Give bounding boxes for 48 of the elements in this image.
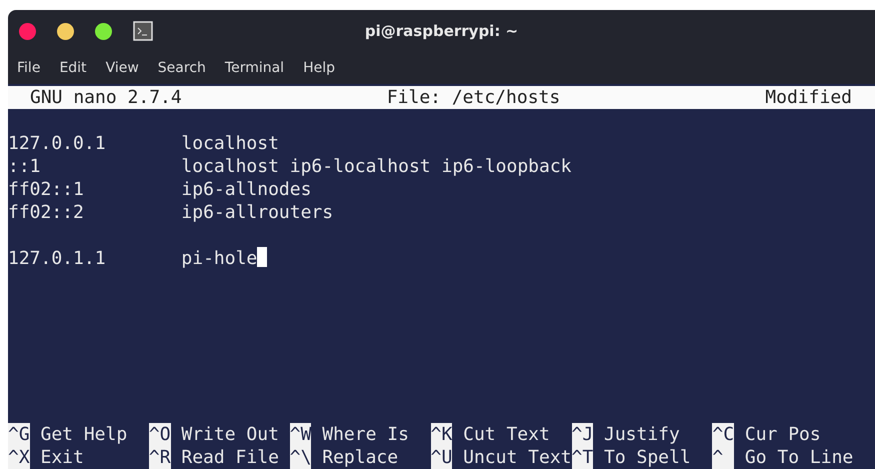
shortcut-key: ^\ bbox=[290, 446, 312, 469]
shortcut-label: Get Help bbox=[40, 423, 128, 446]
shortcut-label: Cur Pos bbox=[744, 423, 821, 446]
menu-item[interactable]: View bbox=[106, 60, 139, 76]
ip-address: ::1 bbox=[8, 155, 42, 178]
ip-address: ff02::1 bbox=[8, 178, 85, 201]
ip-address: 127.0.0.1 bbox=[8, 132, 107, 155]
shortcut-key: ^J bbox=[572, 423, 594, 446]
nano-version: GNU nano 2.7.4 bbox=[30, 86, 182, 109]
shortcut-label: Read File bbox=[181, 446, 279, 469]
shortcut-label: Exit bbox=[40, 446, 84, 469]
shortcut-key: ^U bbox=[430, 446, 452, 469]
shortcut-label: Write Out bbox=[181, 423, 279, 446]
host-names: localhost ip6-localhost ip6-loopback bbox=[181, 156, 572, 177]
shortcut-label: Replace bbox=[322, 446, 398, 469]
shortcut-label: To Spell bbox=[604, 446, 691, 469]
shortcut-key: ^O bbox=[148, 423, 171, 446]
shortcut-key: ^T bbox=[572, 446, 594, 469]
file-name: File: /etc/hosts bbox=[386, 86, 560, 109]
ip-address: ff02::2 bbox=[8, 201, 85, 224]
menu-item[interactable]: Edit bbox=[59, 60, 87, 76]
menu-item[interactable]: Search bbox=[158, 60, 206, 76]
close-button[interactable] bbox=[19, 22, 36, 40]
modified-status: Modified bbox=[765, 86, 852, 109]
shortcut-key: ^W bbox=[290, 423, 312, 446]
shortcut-label: Where Is bbox=[322, 423, 409, 446]
shortcut-key: ^X bbox=[8, 446, 30, 469]
shortcut-label: Cut Text bbox=[463, 423, 550, 446]
menu-item[interactable]: File bbox=[17, 60, 40, 76]
host-names: ip6-allnodes bbox=[181, 179, 312, 200]
window-title: pi@raspberrypi: ~ bbox=[364, 22, 518, 40]
shortcut-key: ^ bbox=[712, 446, 734, 469]
shortcut-key: ^R bbox=[148, 446, 171, 469]
maximize-button[interactable] bbox=[95, 22, 112, 40]
menu-item[interactable]: Terminal bbox=[224, 60, 284, 76]
terminal-icon bbox=[133, 21, 153, 41]
minimize-button[interactable] bbox=[57, 22, 74, 40]
shortcut-key: ^C bbox=[712, 423, 734, 446]
host-names: pi-hole bbox=[181, 248, 258, 269]
shortcut-label: Justify bbox=[604, 423, 680, 446]
host-names: localhost bbox=[181, 133, 279, 154]
ip-address: 127.0.1.1 bbox=[8, 247, 107, 270]
shortcut-key: ^K bbox=[430, 423, 452, 446]
shortcut-label: Go To Line bbox=[744, 446, 854, 469]
shortcut-key: ^G bbox=[8, 423, 30, 446]
shortcut-label: Uncut Text bbox=[463, 446, 572, 469]
menu-item[interactable]: Help bbox=[303, 60, 335, 76]
host-names: ip6-allrouters bbox=[181, 202, 334, 223]
